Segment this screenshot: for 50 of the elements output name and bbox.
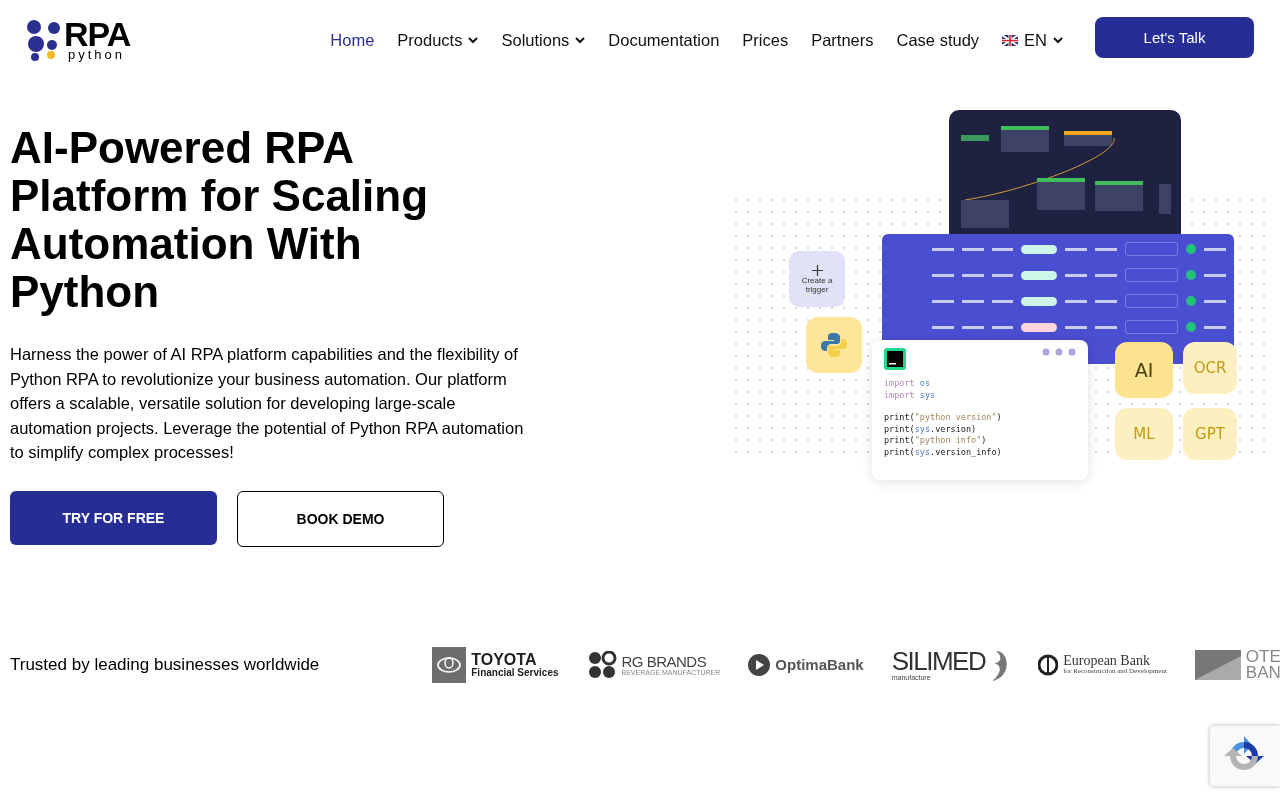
partner-logo: OTE BAN bbox=[1194, 648, 1280, 681]
cta-button[interactable]: BOOK DEMO bbox=[237, 490, 444, 547]
nav-link[interactable]: Home bbox=[330, 30, 375, 50]
trusted-label: Trusted by leading businesses worldwide bbox=[10, 654, 321, 675]
nav-link[interactable]: Solutions bbox=[501, 30, 586, 50]
logo-subtitle: python bbox=[68, 48, 127, 61]
nav-link[interactable]: Products bbox=[397, 30, 479, 50]
python-logo-icon bbox=[820, 331, 848, 359]
code-line: print(sys.version_info) bbox=[884, 446, 1003, 458]
window-dots-icon bbox=[1042, 348, 1076, 356]
caret-icon bbox=[575, 36, 586, 44]
workflow-node bbox=[1064, 131, 1112, 146]
workflow-node bbox=[1037, 178, 1085, 210]
partner-logo: TOYOTA Financial Services bbox=[432, 646, 559, 683]
code-line: print(sys.version) bbox=[884, 423, 978, 435]
logo-dots-icon bbox=[26, 19, 62, 61]
hero-title: AI-Powered RPA Platform for Scaling Automation With Python bbox=[10, 124, 430, 316]
globe-emblem-icon bbox=[1038, 653, 1059, 676]
lets-talk-button[interactable]: Let's Talk bbox=[1095, 16, 1254, 58]
feature-tile: AI bbox=[1115, 342, 1173, 398]
caret-icon bbox=[468, 36, 479, 44]
rings-icon bbox=[586, 650, 617, 679]
code-line: print("python info") bbox=[884, 435, 988, 447]
flag-icon bbox=[1002, 34, 1019, 46]
workflow-node bbox=[961, 200, 1009, 228]
language-selector[interactable]: EN bbox=[1002, 30, 1063, 50]
partner-logo: OptimaBank bbox=[748, 653, 864, 676]
nav-link[interactable]: Prices bbox=[742, 30, 789, 50]
nav-link[interactable]: Case study bbox=[896, 30, 980, 50]
code-line: import os bbox=[884, 378, 932, 390]
workflow-node bbox=[1001, 126, 1049, 152]
feature-tile: OCR bbox=[1183, 342, 1237, 394]
plus-icon bbox=[811, 264, 823, 276]
caret-icon bbox=[1053, 36, 1063, 44]
feature-tile: ML bbox=[1115, 408, 1173, 460]
cta-button[interactable]: TRY FOR FREE bbox=[10, 490, 217, 545]
logo-wordmark: RPA bbox=[64, 20, 131, 48]
feature-tile: GPT bbox=[1183, 408, 1237, 460]
toyota-emblem-icon bbox=[432, 646, 467, 683]
workflow-node bbox=[961, 135, 989, 141]
code-line: print("python version") bbox=[884, 412, 1003, 424]
play-circle-icon bbox=[748, 653, 771, 676]
pycharm-logo-icon bbox=[884, 348, 906, 370]
workflow-node bbox=[1095, 181, 1143, 211]
hero-description: Harness the power of AI RPA platform capabilities and the flexibility of Python RPA to revolutionize your business automation. Our platform offers a scalable, versatile solution for developing large-scale automation projects. Leverage the potential of Python RPA automation to simplify complex processes! bbox=[10, 344, 525, 463]
create-trigger-card: Create a trigger bbox=[789, 251, 845, 307]
code-line: import sys bbox=[884, 389, 937, 401]
nav-link[interactable]: Partners bbox=[811, 30, 874, 50]
workflow-node bbox=[1159, 184, 1171, 214]
nav-link[interactable]: Documentation bbox=[608, 30, 720, 50]
